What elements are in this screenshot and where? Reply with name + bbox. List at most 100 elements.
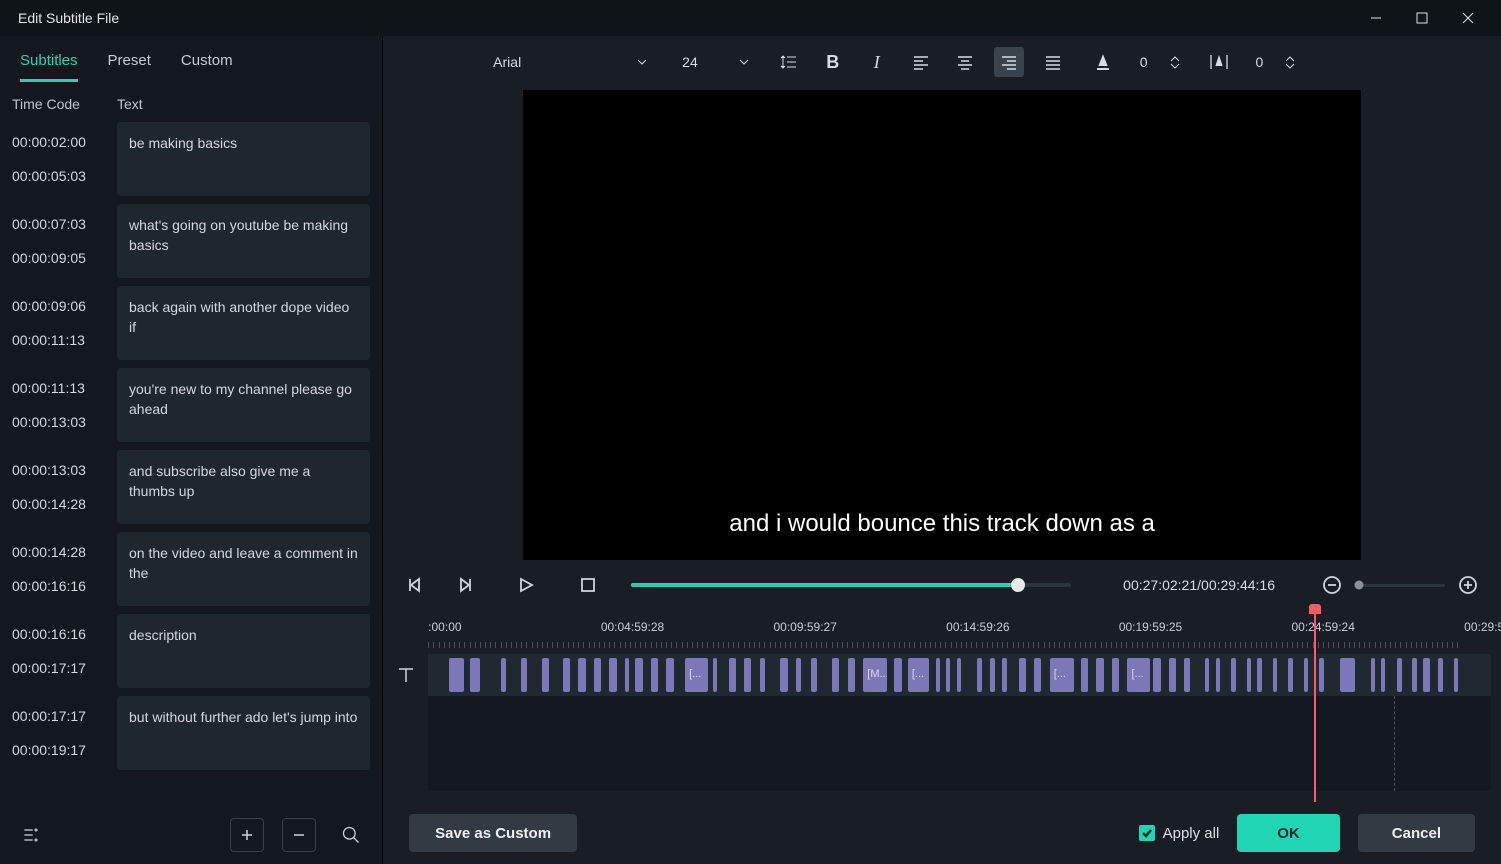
subtitle-row[interactable]: 00:00:11:1300:00:13:03you're new to my c… (12, 368, 370, 442)
subtitle-row[interactable]: 00:00:13:0300:00:14:28and subscribe also… (12, 450, 370, 524)
timeline-clip[interactable] (780, 658, 787, 692)
close-button[interactable] (1445, 0, 1491, 36)
timeline-clip[interactable] (1397, 658, 1402, 692)
timeline-clip[interactable] (894, 658, 901, 692)
timeline-clip[interactable] (713, 658, 717, 692)
tab-subtitles[interactable]: Subtitles (20, 52, 78, 82)
tab-custom[interactable]: Custom (181, 52, 233, 82)
timeline-clip[interactable]: [... (1050, 658, 1074, 692)
playhead[interactable] (1314, 610, 1316, 802)
timeline-clip[interactable] (609, 658, 616, 692)
timeline-ruler[interactable]: :00:0000:04:59:2800:09:59:2700:14:59:260… (428, 620, 1491, 650)
timeline-clip[interactable] (1034, 658, 1041, 692)
zoom-slider[interactable] (1355, 584, 1445, 587)
timeline-clip[interactable] (1231, 658, 1236, 692)
add-button[interactable] (230, 818, 264, 852)
timeline-clip[interactable] (449, 658, 465, 692)
tab-preset[interactable]: Preset (108, 52, 151, 82)
letter-width-icon[interactable] (1204, 47, 1234, 77)
zoom-in-button[interactable] (1455, 572, 1481, 598)
timeline-clip[interactable] (651, 658, 658, 692)
letter-width-stepper[interactable] (1285, 56, 1295, 69)
timeline-clip[interactable] (1381, 658, 1385, 692)
timeline-clip[interactable] (1423, 658, 1430, 692)
align-center-button[interactable] (950, 47, 980, 77)
cancel-button[interactable]: Cancel (1358, 814, 1475, 852)
timeline-clip[interactable] (521, 658, 526, 692)
progress-bar[interactable] (631, 583, 1071, 587)
timeline-clip[interactable] (578, 658, 585, 692)
timeline-clip[interactable] (470, 658, 480, 692)
timeline-clip[interactable]: [... (908, 658, 929, 692)
font-select[interactable]: Arial (493, 54, 648, 70)
timeline-clip[interactable] (666, 658, 673, 692)
timeline-clip[interactable] (1169, 658, 1176, 692)
search-icon[interactable] (334, 818, 368, 852)
timeline-clip[interactable] (625, 658, 629, 692)
timeline-clip[interactable] (1247, 658, 1251, 692)
size-select[interactable]: 24 (682, 54, 750, 70)
timeline-clip[interactable] (1273, 658, 1277, 692)
subtitle-row[interactable]: 00:00:02:0000:00:05:03be making basics (12, 122, 370, 196)
timeline-clip[interactable] (542, 658, 549, 692)
remove-button[interactable] (282, 818, 316, 852)
subtitle-row[interactable]: 00:00:07:0300:00:09:05what's going on yo… (12, 204, 370, 278)
timeline-clip[interactable] (1454, 658, 1458, 692)
settings-icon[interactable] (14, 818, 48, 852)
timeline-clip[interactable] (1081, 658, 1088, 692)
next-frame-button[interactable] (451, 572, 477, 598)
timeline-clip[interactable] (796, 658, 801, 692)
zoom-knob[interactable] (1355, 581, 1364, 590)
timeline-clip[interactable] (811, 658, 816, 692)
timeline-clip[interactable] (1257, 658, 1262, 692)
timeline-clip[interactable] (635, 658, 642, 692)
subtitle-text[interactable]: description (117, 614, 370, 688)
italic-button[interactable]: I (862, 47, 892, 77)
timeline-clip[interactable] (1438, 658, 1443, 692)
minimize-button[interactable] (1353, 0, 1399, 36)
timeline-clip[interactable] (977, 658, 982, 692)
video-preview[interactable]: and i would bounce this track down as a (523, 90, 1361, 560)
timeline-clip[interactable] (1184, 658, 1189, 692)
timeline-clip[interactable] (990, 658, 995, 692)
timeline-clip[interactable] (1304, 658, 1308, 692)
align-right-button[interactable] (994, 47, 1024, 77)
progress-knob[interactable] (1011, 578, 1025, 592)
empty-track[interactable] (428, 696, 1491, 791)
timeline-clip[interactable] (1096, 658, 1103, 692)
timeline-clip[interactable] (936, 658, 940, 692)
subtitle-row[interactable]: 00:00:17:1700:00:19:17but without furthe… (12, 696, 370, 770)
timeline-clip[interactable] (1288, 658, 1293, 692)
timeline-clip[interactable] (832, 658, 839, 692)
timeline-clip[interactable] (848, 658, 855, 692)
timeline-clip[interactable] (1019, 658, 1026, 692)
play-button[interactable] (513, 572, 539, 598)
zoom-out-button[interactable] (1319, 572, 1345, 598)
text-color-button[interactable] (1088, 47, 1118, 77)
subtitle-text[interactable]: but without further ado let's jump into (117, 696, 370, 770)
align-justify-button[interactable] (1038, 47, 1068, 77)
bold-button[interactable]: B (818, 47, 848, 77)
timeline-clip[interactable] (501, 658, 506, 692)
timeline-clip[interactable] (760, 658, 765, 692)
timeline-clip[interactable] (744, 658, 751, 692)
subtitle-track[interactable]: [...[M...[...[...[... (428, 654, 1491, 696)
subtitle-row[interactable]: 00:00:09:0600:00:11:13back again with an… (12, 286, 370, 360)
timeline-clip[interactable]: [... (685, 658, 708, 692)
timeline-clip[interactable] (1371, 658, 1375, 692)
timeline-clip[interactable]: [M... (863, 658, 887, 692)
subtitle-row[interactable]: 00:00:14:2800:00:16:16on the video and l… (12, 532, 370, 606)
timeline-clip[interactable] (1205, 658, 1209, 692)
apply-all-checkbox[interactable]: Apply all (1139, 825, 1220, 842)
timeline-clip[interactable] (1002, 658, 1007, 692)
timeline-clip[interactable] (1412, 658, 1416, 692)
subtitle-row[interactable]: 00:00:16:1600:00:17:17description (12, 614, 370, 688)
align-left-button[interactable] (906, 47, 936, 77)
timeline-clip[interactable] (1340, 658, 1356, 692)
save-as-custom-button[interactable]: Save as Custom (409, 814, 577, 852)
timeline-clip[interactable] (563, 658, 570, 692)
timeline-clip[interactable] (946, 658, 950, 692)
timeline-clip[interactable] (1153, 658, 1160, 692)
timeline-clip[interactable] (1112, 658, 1119, 692)
stop-button[interactable] (575, 572, 601, 598)
